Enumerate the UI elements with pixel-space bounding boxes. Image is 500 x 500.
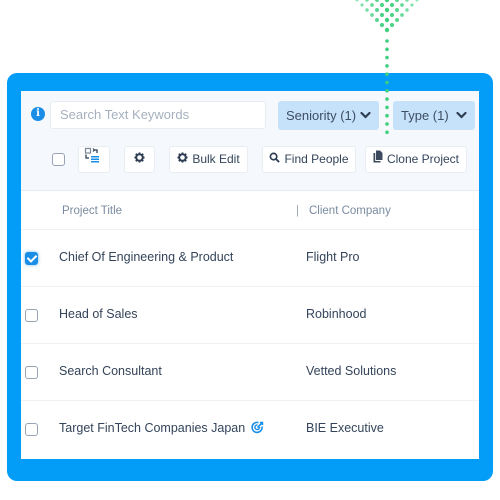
decorative-dot (395, 18, 399, 22)
decorative-dot (365, 8, 369, 12)
info-icon[interactable]: i (31, 107, 45, 121)
client-company: BIE Executive (306, 421, 384, 435)
decorative-dot (415, 0, 419, 2)
row-checkbox[interactable] (25, 309, 38, 322)
decorative-dot (410, 3, 414, 7)
find-people-label: Find People (284, 152, 349, 166)
type-filter-label: Type (1) (401, 108, 449, 123)
decorative-dot (395, 0, 399, 2)
chevron-down-icon (360, 101, 371, 142)
decorative-dot (375, 18, 379, 22)
type-filter-dropdown[interactable]: Type (1) (393, 101, 475, 130)
client-company: Flight Pro (306, 250, 360, 264)
decorative-dot (384, 7, 390, 13)
decorative-dot (365, 0, 369, 2)
gear-icon (177, 147, 188, 172)
search-icon (269, 147, 281, 172)
decorative-dot (360, 3, 364, 7)
project-title: Target FinTech Companies Japan (59, 421, 246, 435)
column-resize-handle[interactable]: | (296, 205, 299, 217)
decorative-dot (370, 13, 374, 17)
decorative-dot (384, 0, 390, 3)
bulk-edit-label: Bulk Edit (192, 152, 240, 166)
column-header-client-company[interactable]: Client Company (309, 205, 391, 217)
project-title[interactable]: Chief Of Engineering & Product (59, 250, 233, 264)
decorative-dot (389, 2, 395, 8)
dotted-line-dot (385, 47, 389, 52)
client-company: Vetted Solutions (306, 364, 397, 378)
find-people-button[interactable]: Find People (262, 146, 356, 173)
decorative-dot (389, 12, 395, 18)
table-row[interactable]: Target FinTech Companies Japan BIE Execu… (21, 401, 479, 458)
decorative-dot (375, 8, 379, 12)
decorative-dot (384, 17, 390, 23)
decorative-dot (379, 2, 385, 8)
toolbar: i Search Text Keywords Seniority (1) Typ… (21, 91, 479, 191)
table-row[interactable]: Chief Of Engineering & Product Flight Pr… (21, 230, 479, 287)
target-icon (251, 421, 264, 437)
row-checkbox[interactable] (25, 252, 38, 265)
dotted-line-dot (385, 55, 389, 60)
search-input[interactable]: Search Text Keywords (50, 101, 266, 129)
column-header-project-title[interactable]: Project Title (62, 205, 122, 217)
project-title[interactable]: Head of Sales (59, 307, 138, 321)
decorative-dot (389, 22, 395, 28)
bulk-edit-button[interactable]: Bulk Edit (169, 146, 248, 173)
seniority-filter-label: Seniority (1) (286, 108, 357, 123)
table-row[interactable]: Search Consultant Vetted Solutions (21, 344, 479, 401)
seniority-filter-dropdown[interactable]: Seniority (1) (278, 101, 379, 130)
project-title[interactable]: Search Consultant (59, 364, 162, 378)
decorative-dot (400, 13, 404, 17)
dotted-line-dot (385, 39, 389, 43)
decorative-dot (375, 0, 379, 2)
projects-panel: i Search Text Keywords Seniority (1) Typ… (21, 91, 479, 459)
gear-icon (134, 147, 145, 172)
clone-project-button[interactable]: Clone Project (365, 146, 467, 173)
row-checkbox[interactable] (25, 366, 38, 379)
decorative-dot (405, 0, 409, 2)
decorative-dot (395, 8, 399, 12)
table-header: Project Title | Client Company (21, 192, 479, 230)
move-to-list-button[interactable] (78, 146, 110, 173)
move-to-list-icon (84, 147, 100, 172)
decorative-dot (379, 22, 385, 28)
table-row[interactable]: Head of Sales Robinhood (21, 287, 479, 344)
decorative-dot (379, 12, 385, 18)
select-all-checkbox[interactable] (52, 153, 65, 166)
decorative-dot (355, 0, 359, 2)
settings-button[interactable] (124, 146, 155, 173)
project-title-with-badge[interactable]: Target FinTech Companies Japan (59, 421, 264, 437)
clone-project-label: Clone Project (386, 152, 460, 166)
row-checkbox[interactable] (25, 423, 38, 436)
client-company: Robinhood (306, 307, 367, 321)
decorative-dot (370, 3, 374, 7)
copy-icon (373, 147, 383, 172)
chevron-down-icon (456, 101, 467, 142)
dotted-line-dot (385, 64, 389, 68)
decorative-dot (384, 27, 390, 33)
decorative-dot (400, 3, 404, 7)
decorative-dot (405, 8, 409, 12)
